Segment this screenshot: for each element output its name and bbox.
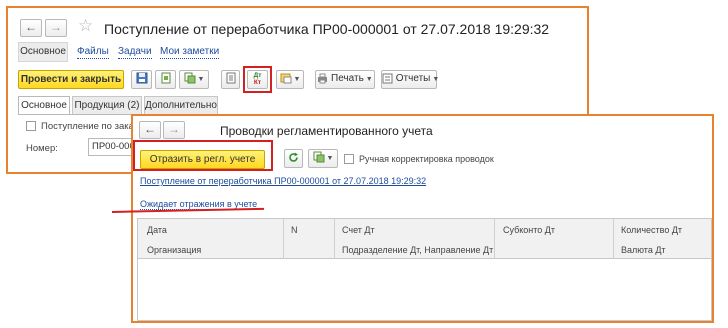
header-organization[interactable]: Организация — [147, 245, 201, 255]
list-button[interactable] — [221, 70, 240, 89]
column-divider — [613, 219, 614, 259]
order-receipt-checkbox[interactable] — [26, 121, 36, 131]
postings-button-highlight — [243, 66, 272, 93]
header-subconto-dt[interactable]: Субконто Дт — [503, 225, 555, 235]
tab-my-notes[interactable]: Мои заметки — [160, 46, 220, 59]
structure-button[interactable]: ▼ — [276, 70, 304, 89]
refresh-button[interactable] — [284, 149, 303, 168]
header-date[interactable]: Дата — [147, 225, 167, 235]
document-movements-button[interactable] — [155, 70, 176, 89]
header-n[interactable]: N — [291, 225, 298, 235]
order-receipt-label: Поступление по заказу — [41, 121, 143, 132]
document-icon — [161, 72, 170, 84]
tab-main[interactable]: Основное — [18, 42, 68, 62]
refresh-icon — [289, 152, 298, 162]
chevron-down-icon: ▼ — [293, 76, 301, 83]
chevron-down-icon: ▼ — [197, 76, 205, 83]
manual-correction-checkbox[interactable] — [344, 154, 354, 164]
create-based-icon — [313, 151, 325, 163]
document-link[interactable]: Поступление от переработчика ПР00-000001… — [140, 176, 426, 186]
save-icon — [136, 72, 147, 84]
report-icon — [382, 73, 393, 84]
create-based-on-button[interactable]: ▼ — [179, 70, 209, 89]
post-and-close-button[interactable]: Провести и закрыть — [18, 70, 124, 89]
window-title: Проводки регламентированного учета — [220, 124, 433, 138]
arrow-right-icon: → — [50, 20, 62, 34]
window-title: Поступление от переработчика ПР00-000001… — [104, 21, 550, 37]
number-label: Номер: — [26, 143, 58, 154]
postings-table[interactable]: Дата N Счет Дт Субконто Дт Количество Дт… — [137, 218, 712, 321]
chevron-down-icon: ▼ — [365, 76, 373, 83]
star-icon[interactable]: ☆ — [78, 16, 93, 36]
chevron-down-icon: ▼ — [326, 155, 334, 162]
reports-button[interactable]: Отчеты ▼ — [381, 70, 440, 89]
header-account-dt[interactable]: Счет Дт — [342, 225, 375, 235]
table-header: Дата N Счет Дт Субконто Дт Количество Дт… — [138, 219, 711, 259]
forward-button[interactable]: → — [45, 19, 67, 37]
chevron-down-icon: ▼ — [432, 76, 440, 83]
back-button[interactable]: ← — [20, 19, 42, 37]
forward-button[interactable]: → — [163, 121, 185, 139]
column-divider — [283, 219, 284, 259]
structure-icon — [280, 73, 292, 84]
column-divider — [334, 219, 335, 259]
postings-window: ← → Проводки регламентированного учета О… — [131, 114, 714, 323]
reflect-button-highlight — [133, 140, 273, 171]
header-department-dt[interactable]: Подразделение Дт, Направление Дт — [342, 245, 493, 255]
header-currency-dt[interactable]: Валюта Дт — [621, 245, 666, 255]
arrow-right-icon: → — [168, 122, 180, 136]
print-button[interactable]: Печать ▼ — [315, 70, 375, 89]
tab-files[interactable]: Файлы — [77, 46, 109, 59]
back-button[interactable]: ← — [139, 121, 161, 139]
arrow-left-icon: ← — [25, 20, 37, 34]
tab-basic[interactable]: Основное — [18, 96, 70, 115]
list-icon — [226, 72, 235, 84]
header-quantity-dt[interactable]: Количество Дт — [621, 225, 682, 235]
create-based-icon — [184, 72, 196, 84]
tab-tasks[interactable]: Задачи — [118, 46, 152, 59]
create-based-on-button[interactable]: ▼ — [308, 149, 338, 168]
tab-products[interactable]: Продукция (2) — [72, 96, 142, 115]
printer-icon — [318, 73, 328, 84]
arrow-left-icon: ← — [144, 122, 156, 136]
manual-correction-label: Ручная корректировка проводок — [359, 154, 494, 164]
column-divider — [494, 219, 495, 259]
tab-additional[interactable]: Дополнительно — [144, 96, 218, 115]
save-button[interactable] — [131, 70, 152, 89]
